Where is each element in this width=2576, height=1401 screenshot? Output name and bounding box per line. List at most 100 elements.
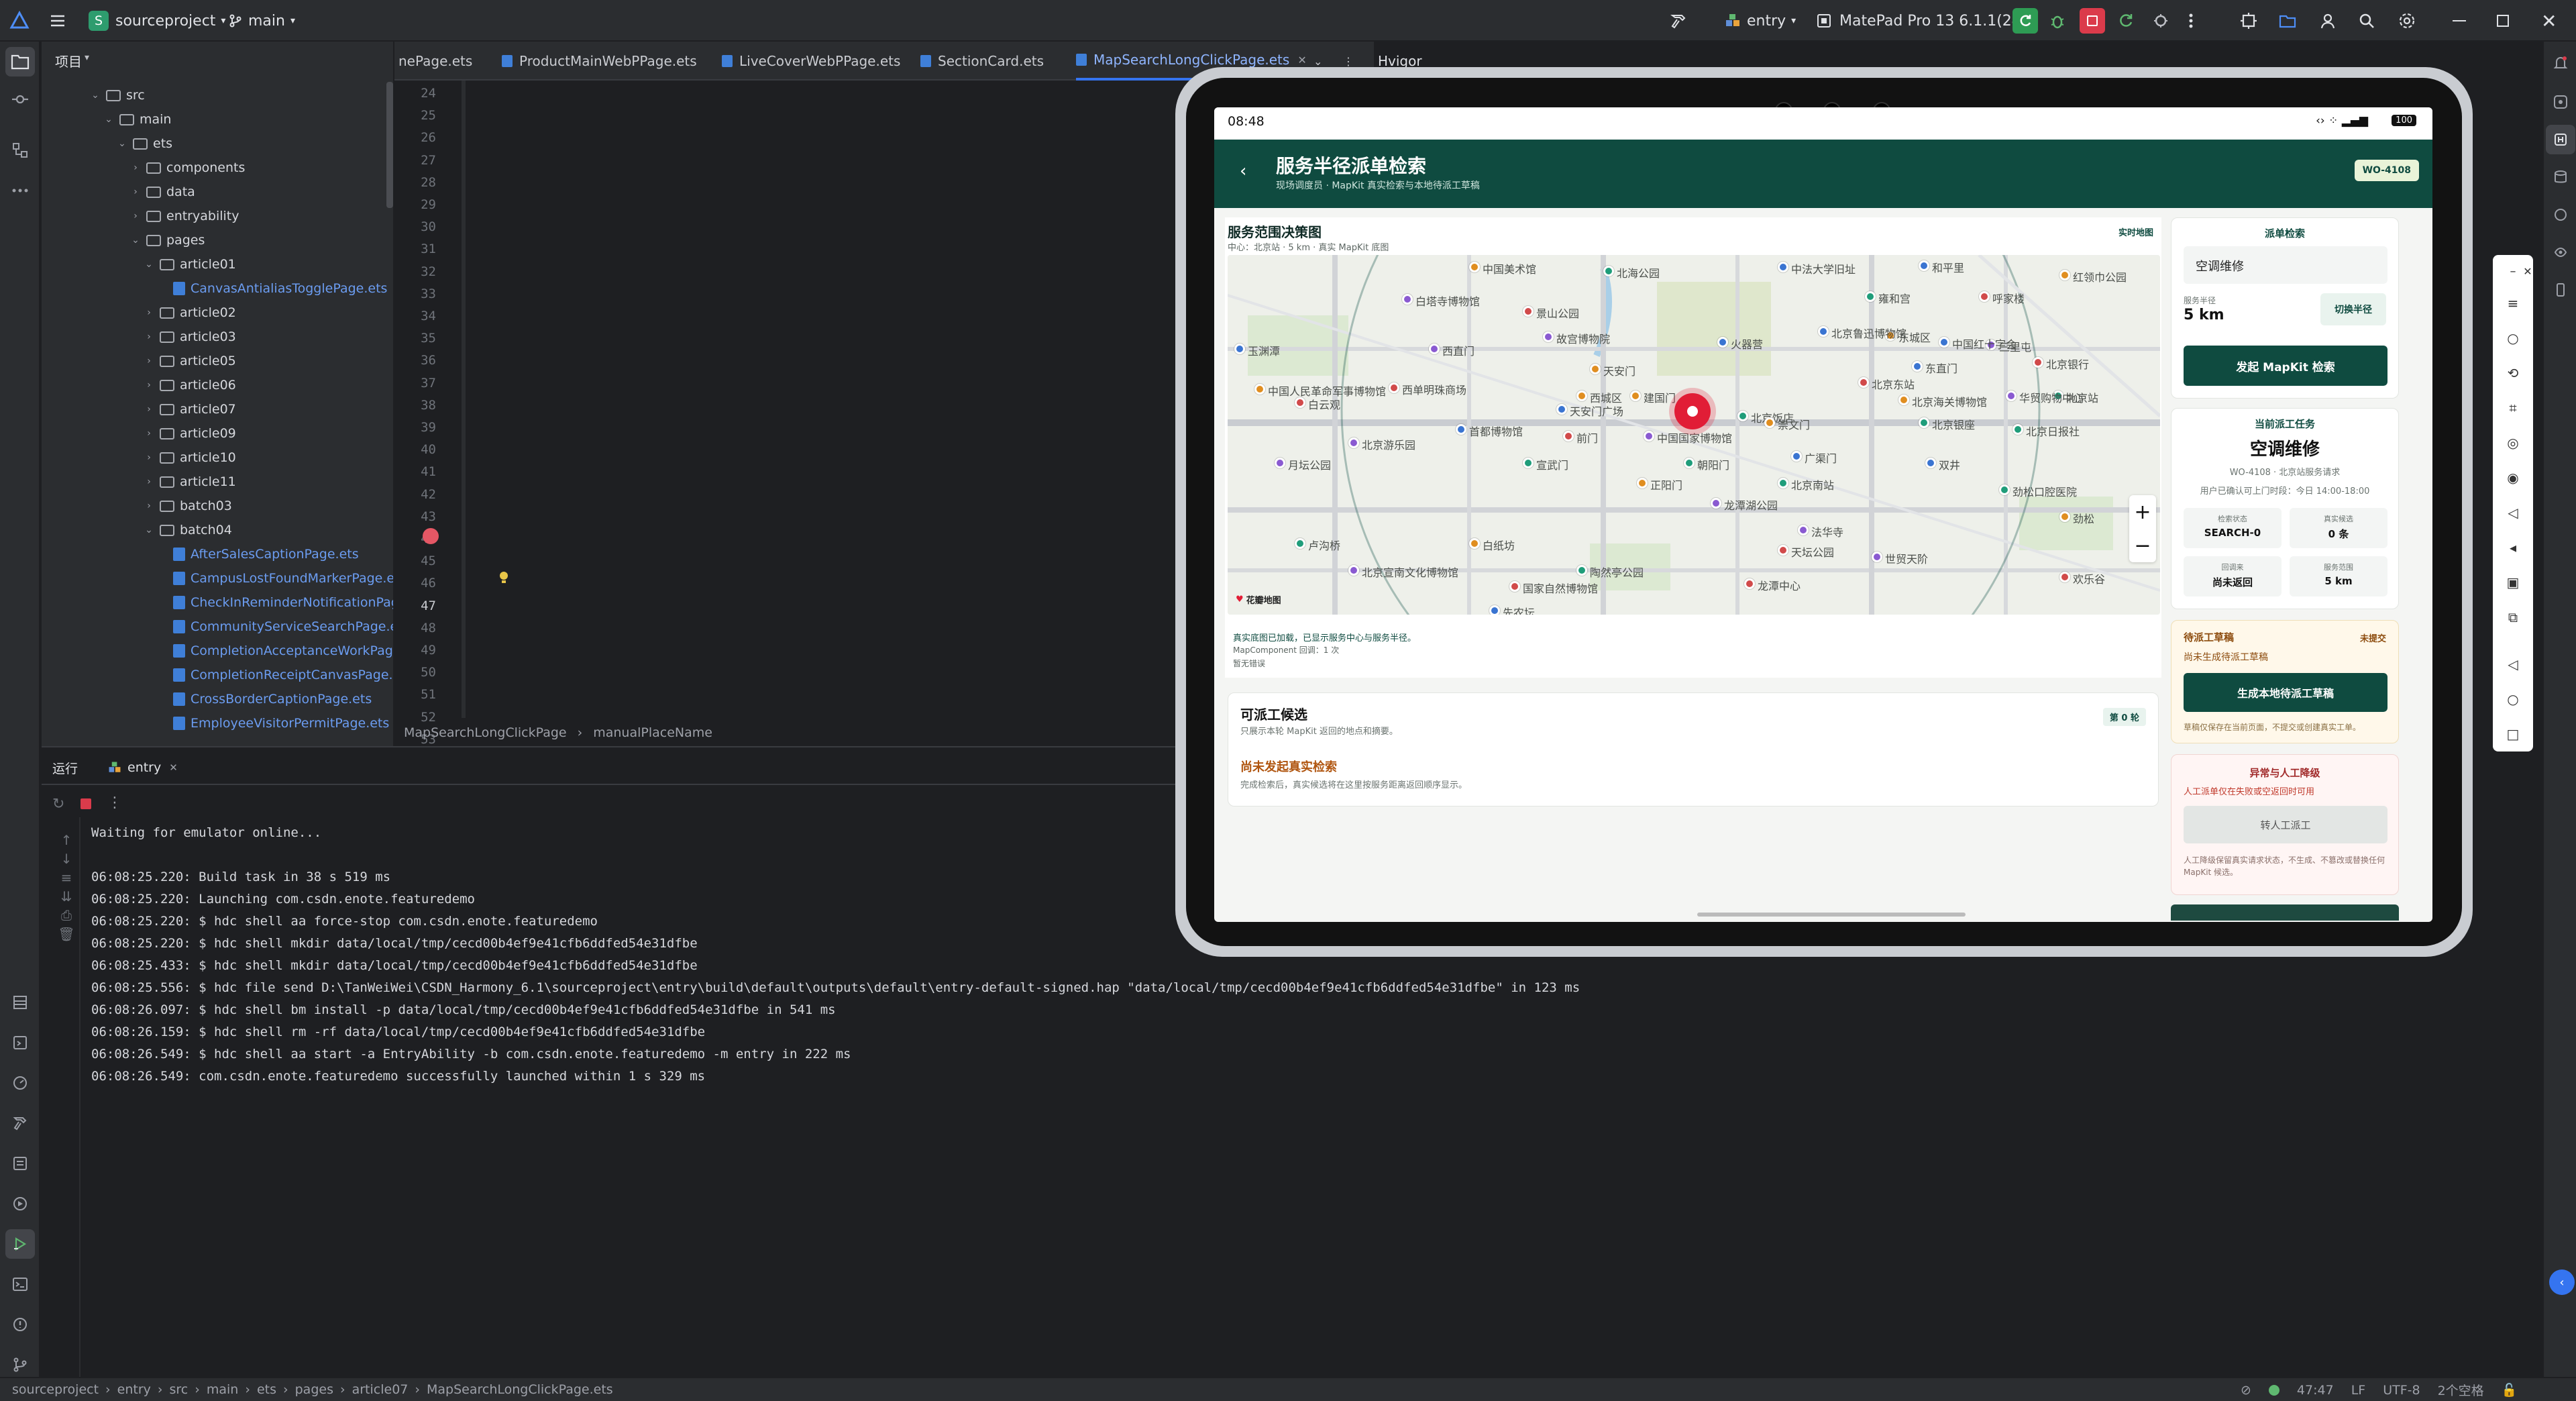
generate-draft-button[interactable]: 生成本地待派工草稿	[2184, 673, 2387, 712]
map-poi-icon[interactable]	[1798, 525, 1809, 535]
breadcrumb-item[interactable]: manualPlaceName	[593, 725, 712, 740]
search-button[interactable]: 发起 MapKit 检索	[2184, 346, 2387, 386]
device-manager-icon[interactable]	[2278, 5, 2297, 36]
tree-folder-item[interactable]: › article02	[142, 301, 236, 325]
map-poi-icon[interactable]	[1469, 538, 1480, 549]
map-poi-icon[interactable]	[1644, 431, 1654, 442]
path-crumb[interactable]: entry	[117, 1382, 151, 1397]
settings-gear-icon[interactable]	[2398, 5, 2416, 36]
map-poi-icon[interactable]	[1999, 484, 2010, 495]
phone-icon[interactable]	[2546, 275, 2575, 305]
path-crumb[interactable]: MapSearchLongClickPage.ets	[427, 1382, 613, 1397]
more-actions-icon[interactable]: ⋮	[107, 794, 122, 811]
arrow-down-icon[interactable]: ↓	[56, 849, 76, 868]
map-poi-icon[interactable]	[1912, 361, 1923, 372]
tree-folder-item[interactable]: ⌄ ets	[115, 132, 172, 156]
tree-file-item[interactable]: AfterSalesCaptionPage.ets	[156, 542, 359, 566]
map-poi-icon[interactable]	[1858, 377, 1869, 388]
fingerprint-icon[interactable]: ◉	[2502, 467, 2524, 488]
stop-button[interactable]	[2080, 5, 2105, 36]
stop-icon[interactable]	[80, 798, 91, 809]
map-poi-icon[interactable]	[1402, 294, 1413, 305]
arrow-up-icon[interactable]: ↑	[56, 831, 76, 849]
chevron-right-icon[interactable]: ›	[142, 404, 156, 415]
crop-icon[interactable]: ⌗	[2502, 397, 2524, 419]
chevron-down-icon[interactable]: ⌄	[89, 90, 102, 101]
map-poi-icon[interactable]	[1576, 391, 1587, 401]
project-switcher[interactable]: S sourceproject ▾	[89, 5, 225, 36]
line-ending[interactable]: LF	[2351, 1383, 2366, 1398]
tree-file-item[interactable]: EmployeeVisitorPermitPage.ets	[156, 711, 389, 735]
apply-changes-button[interactable]	[2117, 5, 2135, 36]
assistant-bubble-icon[interactable]: ‹	[2549, 1269, 2575, 1295]
back-nav-icon[interactable]: ◁	[2502, 654, 2524, 675]
restore-icon[interactable]	[2497, 5, 2509, 36]
app-inspection-icon[interactable]	[2546, 238, 2575, 267]
more-actions-icon[interactable]	[2188, 5, 2194, 36]
tree-folder-item[interactable]: ⌄ pages	[129, 228, 205, 252]
map-poi-icon[interactable]	[1509, 581, 1520, 592]
run-panel-icon[interactable]	[5, 1229, 35, 1259]
chevron-right-icon[interactable]: ›	[142, 501, 156, 511]
map-poi-icon[interactable]	[1603, 266, 1614, 276]
tree-folder-item[interactable]: › batch03	[142, 494, 232, 518]
breadcrumb-item[interactable]: MapSearchLongClickPage	[404, 725, 567, 740]
tree-file-item[interactable]: CheckInReminderNotificationPage.ets	[156, 590, 393, 615]
tree-file-item[interactable]: CanvasAntialiasTogglePage.ets	[156, 276, 387, 301]
editor-tab[interactable]: LiveCoverWebPPage.ets	[722, 42, 900, 81]
chevron-down-icon[interactable]: ⌄	[129, 235, 142, 246]
map-poi-icon[interactable]	[2006, 391, 2017, 401]
rotate-icon[interactable]: ⟲	[2502, 362, 2524, 384]
database-icon[interactable]	[2546, 162, 2575, 192]
chevron-right-icon[interactable]: ›	[142, 452, 156, 463]
chevron-down-icon[interactable]: ⌄	[115, 138, 129, 149]
tree-scrollbar[interactable]	[386, 82, 393, 208]
tree-file-item[interactable]: CampusLostFoundMarkerPage.ets	[156, 566, 393, 590]
map-poi-icon[interactable]	[1523, 306, 1534, 317]
chevron-right-icon[interactable]: ›	[129, 187, 142, 197]
map-poi-icon[interactable]	[1348, 565, 1359, 576]
map-poi-icon[interactable]	[1919, 417, 1929, 428]
chevron-right-icon[interactable]: ›	[129, 162, 142, 173]
map-poi-icon[interactable]	[1865, 291, 1876, 302]
map-poi-icon[interactable]	[1684, 458, 1695, 468]
device-screen[interactable]: 08:48 ‹› ⁘ ▂▄▆ 100 ‹ 服务半径派单检索 现场调度员 · Ma…	[1214, 107, 2432, 922]
chevron-right-icon[interactable]: ›	[142, 476, 156, 487]
map-poi-icon[interactable]	[2012, 424, 2023, 435]
volume-up-icon[interactable]: ◁	[2502, 502, 2524, 523]
print-icon[interactable]: ⎙	[56, 906, 76, 925]
project-folder-icon[interactable]	[5, 47, 35, 76]
tree-folder-item[interactable]: ⌄ main	[102, 107, 171, 132]
status-ok-icon[interactable]	[2268, 1384, 2279, 1396]
close-icon[interactable]: ✕	[2517, 260, 2538, 282]
map-poi-icon[interactable]	[1456, 424, 1466, 435]
map-poi-icon[interactable]	[1744, 578, 1755, 589]
map-poi-icon[interactable]	[1778, 478, 1788, 488]
map-poi-icon[interactable]	[1295, 397, 1305, 408]
tree-folder-item[interactable]: › article03	[142, 325, 236, 349]
close-tab-icon[interactable]: ✕	[169, 762, 178, 774]
chevron-down-icon[interactable]: ▾	[85, 52, 89, 63]
search-icon[interactable]	[2357, 5, 2376, 36]
map-poi-icon[interactable]	[1925, 458, 1936, 468]
tree-folder-item[interactable]: › article05	[142, 349, 236, 373]
app-logo-icon[interactable]	[9, 5, 30, 36]
tree-folder-item[interactable]: › data	[129, 180, 195, 204]
git-icon[interactable]	[5, 1350, 35, 1380]
more-tools-icon[interactable]	[5, 176, 35, 205]
editor-tab[interactable]: nePage.ets	[398, 42, 472, 81]
switch-radius-button[interactable]: 切换半径	[2320, 293, 2386, 325]
map-poi-icon[interactable]	[1469, 262, 1480, 272]
breakpoint-icon[interactable]	[423, 528, 439, 544]
chevron-right-icon[interactable]: ›	[142, 356, 156, 366]
editor-tab[interactable]: ProductMainWebPPage.ets	[502, 42, 697, 81]
editor-tab[interactable]: SectionCard.ets	[920, 42, 1044, 81]
commit-icon[interactable]	[5, 85, 35, 114]
screenshot-icon[interactable]: ▣	[2502, 572, 2524, 593]
back-arrow-icon[interactable]: ‹	[1240, 161, 1246, 181]
tree-folder-item[interactable]: ⌄ article01	[142, 252, 236, 276]
tree-folder-item[interactable]: › article10	[142, 446, 236, 470]
tree-folder-item[interactable]: ⌄ src	[89, 83, 145, 107]
rerun-button[interactable]	[2012, 5, 2038, 36]
log-icon[interactable]	[5, 1028, 35, 1057]
